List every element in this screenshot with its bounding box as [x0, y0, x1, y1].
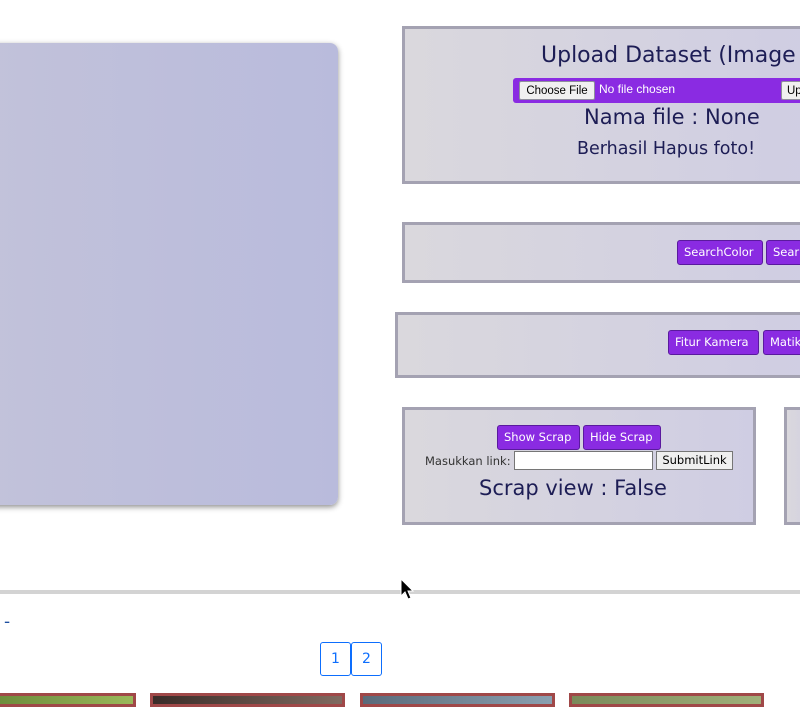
- submit-link-button[interactable]: SubmitLink: [656, 451, 733, 470]
- link-input[interactable]: [514, 451, 653, 470]
- show-scrap-button[interactable]: Show Scrap: [497, 425, 580, 450]
- page-2-button[interactable]: 2: [351, 642, 382, 676]
- link-label: Masukkan link:: [425, 454, 511, 468]
- upload-button[interactable]: Up: [781, 81, 800, 100]
- hide-scrap-button[interactable]: Hide Scrap: [583, 425, 661, 450]
- file-chosen-label: No file chosen: [599, 82, 676, 96]
- choose-file-button[interactable]: Choose File: [519, 81, 595, 100]
- upload-title: Upload Dataset (Image: [541, 43, 796, 68]
- image-preview-card: [0, 43, 338, 505]
- camera-feature-button[interactable]: Fitur Kamera: [668, 330, 759, 355]
- search-color-button[interactable]: SearchColor: [677, 240, 763, 265]
- search-button[interactable]: Sear: [766, 240, 800, 265]
- file-name-text: Nama file : None: [584, 105, 760, 129]
- dash-text: -: [4, 612, 11, 632]
- mouse-cursor-icon: [400, 578, 415, 600]
- page-1-button[interactable]: 1: [320, 642, 351, 676]
- scrap-view-status: Scrap view : False: [479, 476, 667, 500]
- camera-off-button[interactable]: Matik: [763, 330, 800, 355]
- status-message: Berhasil Hapus foto!: [577, 139, 756, 159]
- extra-panel: [784, 407, 800, 525]
